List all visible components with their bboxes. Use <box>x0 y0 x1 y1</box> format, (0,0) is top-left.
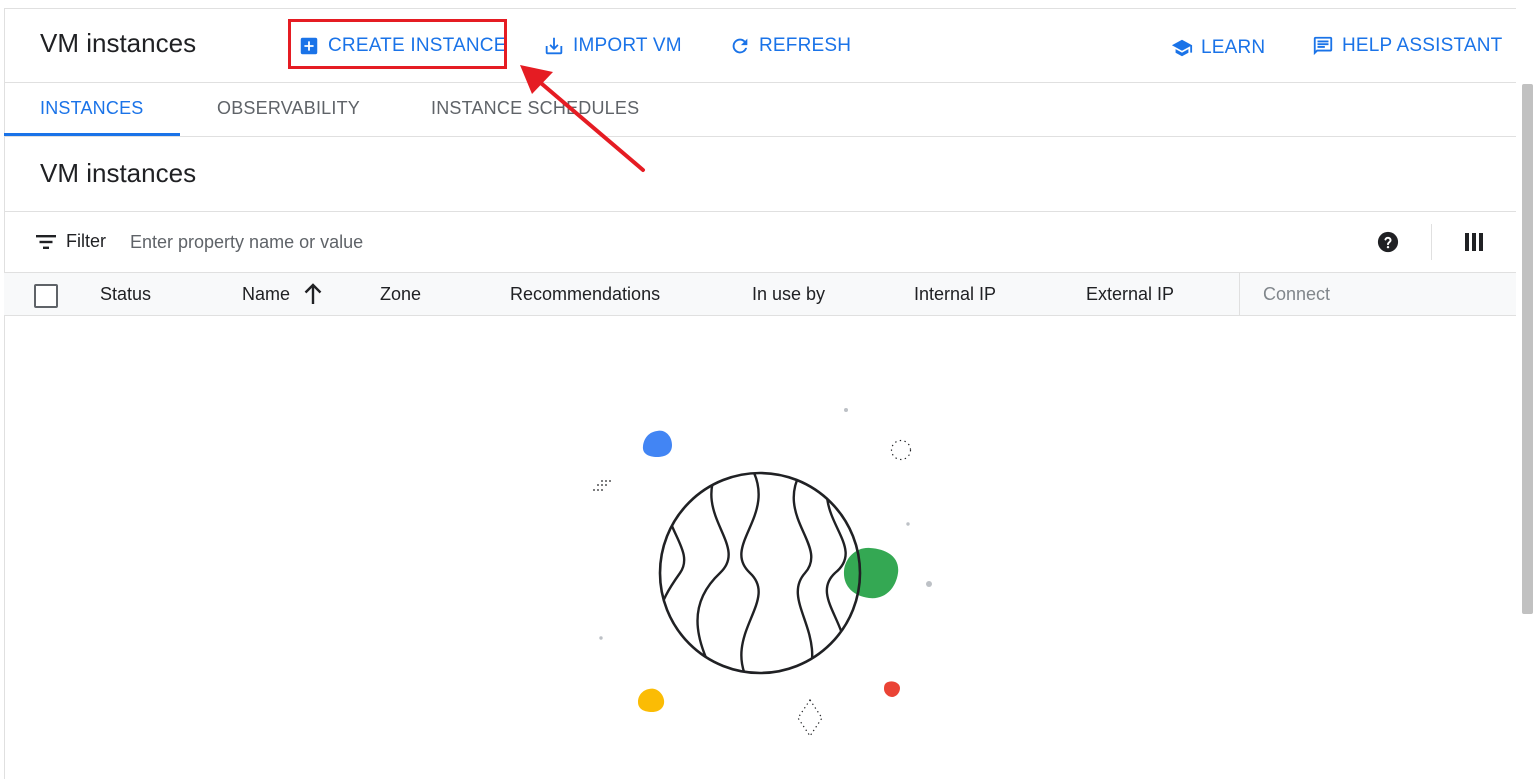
help-circle-icon[interactable] <box>1377 231 1399 253</box>
header-divider <box>4 82 1516 83</box>
column-header-internal-ip[interactable]: Internal IP <box>914 284 996 305</box>
toolbar-separator <box>1431 224 1432 260</box>
blue-blob <box>642 430 672 457</box>
column-header-status[interactable]: Status <box>100 284 151 305</box>
select-all-checkbox[interactable] <box>34 284 58 308</box>
learn-label: LEARN <box>1201 37 1266 58</box>
section-title: VM instances <box>40 158 197 188</box>
yellow-blob <box>638 688 665 712</box>
refresh-button[interactable]: REFRESH <box>729 30 851 62</box>
refresh-label: REFRESH <box>759 35 852 56</box>
highlight-box <box>288 19 507 69</box>
section-divider <box>4 211 1516 212</box>
column-header-recommendations[interactable]: Recommendations <box>510 284 660 305</box>
connect-column-separator <box>1239 273 1240 315</box>
arrow-up-icon[interactable] <box>303 283 323 305</box>
column-display-icon[interactable] <box>1465 233 1483 251</box>
chat-icon <box>1313 36 1333 56</box>
help-assistant-label: HELP ASSISTANT <box>1342 35 1503 56</box>
red-blob <box>884 681 900 697</box>
download-icon <box>545 37 563 55</box>
empty-state-illustration <box>593 408 932 738</box>
import-vm-button[interactable]: IMPORT VM <box>543 30 682 62</box>
learn-button[interactable]: LEARN <box>1171 32 1265 64</box>
import-vm-label: IMPORT VM <box>573 35 682 56</box>
column-header-connect: Connect <box>1263 284 1331 304</box>
column-header-name[interactable]: Name <box>242 284 290 305</box>
vertical-scrollbar[interactable] <box>1522 84 1533 614</box>
page-title: VM instances <box>40 28 197 58</box>
filter-icon[interactable] <box>36 234 56 250</box>
tabs-divider <box>4 136 1516 137</box>
green-blob <box>843 547 899 599</box>
tab-instances[interactable]: INSTANCES <box>40 98 143 119</box>
column-header-external-ip[interactable]: External IP <box>1086 284 1174 305</box>
help-assistant-button[interactable]: HELP ASSISTANT <box>1312 30 1503 62</box>
filter-label: Filter <box>66 231 106 251</box>
tab-instance-schedules[interactable]: INSTANCE SCHEDULES <box>431 98 639 119</box>
school-cap-icon <box>1171 39 1193 57</box>
column-header-zone[interactable]: Zone <box>380 284 421 305</box>
column-header-in-use-by[interactable]: In use by <box>752 284 825 305</box>
filter-input[interactable] <box>130 228 1030 256</box>
tab-observability[interactable]: OBSERVABILITY <box>217 98 360 119</box>
refresh-icon <box>732 38 748 54</box>
